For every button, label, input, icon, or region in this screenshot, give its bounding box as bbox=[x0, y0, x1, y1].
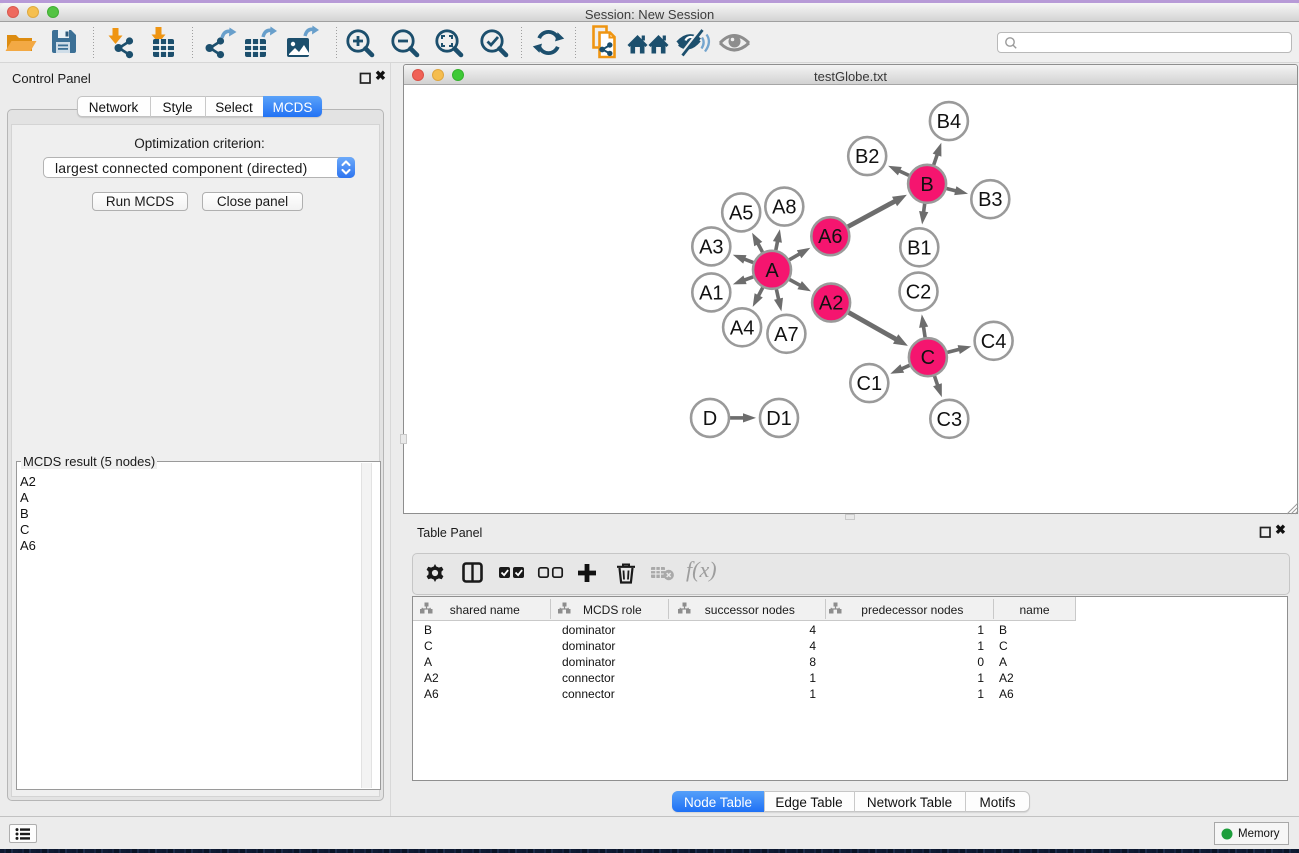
svg-text:D: D bbox=[703, 408, 717, 430]
svg-text:A6: A6 bbox=[818, 226, 842, 248]
svg-text:C2: C2 bbox=[906, 282, 932, 304]
svg-text:B1: B1 bbox=[907, 237, 931, 259]
svg-text:B2: B2 bbox=[855, 146, 879, 168]
svg-text:A: A bbox=[765, 260, 779, 282]
svg-text:C4: C4 bbox=[981, 331, 1007, 353]
svg-text:A2: A2 bbox=[819, 293, 843, 315]
svg-text:B: B bbox=[920, 174, 933, 196]
svg-text:B4: B4 bbox=[937, 111, 961, 133]
svg-text:C1: C1 bbox=[857, 373, 883, 395]
svg-text:C3: C3 bbox=[937, 409, 963, 431]
svg-text:C: C bbox=[921, 347, 935, 369]
svg-text:B3: B3 bbox=[978, 189, 1002, 211]
svg-text:A1: A1 bbox=[699, 282, 723, 304]
svg-text:A5: A5 bbox=[729, 202, 753, 224]
svg-text:A7: A7 bbox=[774, 324, 798, 346]
svg-text:A3: A3 bbox=[699, 236, 723, 258]
svg-text:A8: A8 bbox=[772, 197, 796, 219]
svg-text:A4: A4 bbox=[730, 317, 754, 339]
svg-text:D1: D1 bbox=[766, 408, 792, 430]
